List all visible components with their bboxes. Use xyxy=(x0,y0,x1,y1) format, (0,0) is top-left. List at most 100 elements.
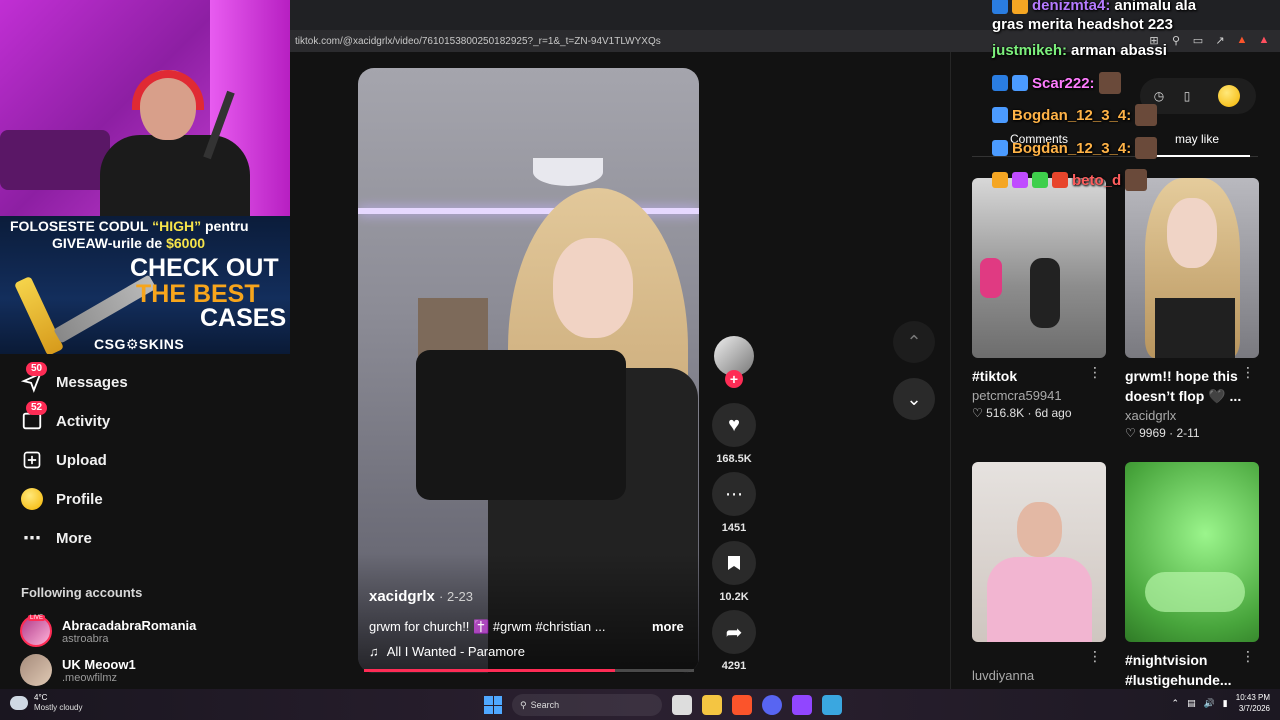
system-tray: ⌃ ▤ 🔊 ▮ 10:43 PM 3/7/2026 xyxy=(1172,692,1270,714)
card-user[interactable]: luvdiyanna xyxy=(972,668,1106,683)
video-author[interactable]: xacidgrlx · 2-23 xyxy=(369,588,473,605)
stream-chat-overlay: denizmta4: animalu ala gras merita heads… xyxy=(990,0,1280,191)
cloud-icon xyxy=(10,696,28,710)
network-icon[interactable]: ▤ xyxy=(1187,698,1196,709)
crown-badge-icon xyxy=(1012,0,1028,14)
recommended-video-card[interactable]: ⋮ luvdiyanna xyxy=(972,462,1106,683)
account-name: AbracadabraRomania xyxy=(62,617,197,633)
obs-icon[interactable] xyxy=(792,695,812,715)
send-icon: 50 xyxy=(20,362,48,394)
search-icon: ⚲ xyxy=(520,699,527,710)
taskbar-apps: ⚲ Search xyxy=(484,694,842,716)
calculator-icon[interactable] xyxy=(822,695,842,715)
sidebar-item-upload[interactable]: Upload xyxy=(20,448,107,472)
save-action: 10.2K xyxy=(712,541,756,603)
previous-video-button[interactable]: ⌃ xyxy=(893,321,935,363)
task-view-icon[interactable] xyxy=(672,695,692,715)
account-name: UK Meoow1 xyxy=(62,656,136,672)
url-text[interactable]: tiktok.com/@xacidgrlx/video/761015380025… xyxy=(295,36,661,47)
progress-fill xyxy=(364,669,615,672)
emote-icon xyxy=(1098,72,1121,94)
robot-badge-icon xyxy=(992,140,1008,156)
following-account[interactable]: LIVE AbracadabraRomania astroabra xyxy=(20,615,196,647)
sidebar-item-activity[interactable]: 52 Activity xyxy=(20,401,110,433)
more-button[interactable]: more xyxy=(652,619,684,634)
sidebar-item-profile[interactable]: Profile xyxy=(20,487,103,511)
comment-action: ⋯ 1451 xyxy=(712,472,756,534)
video-thumbnail[interactable] xyxy=(972,462,1106,642)
sidebar-item-more[interactable]: ⋯ More xyxy=(20,526,92,550)
video-thumbnail[interactable] xyxy=(1125,178,1259,358)
sidebar-item-label: More xyxy=(56,529,92,547)
more-options-icon[interactable]: ⋮ xyxy=(1241,364,1255,381)
battery-icon[interactable]: ▮ xyxy=(1223,698,1228,709)
account-handle: .meowfilmz xyxy=(62,671,118,684)
video-player[interactable] xyxy=(358,68,699,673)
robot-badge-icon xyxy=(992,107,1008,123)
windows-taskbar: 4°C Mostly cloudy ⚲ Search ⌃ ▤ 🔊 ▮ 10:43… xyxy=(0,689,1280,720)
weather-description: Mostly cloudy xyxy=(34,703,83,712)
volume-icon[interactable]: 🔊 xyxy=(1204,698,1215,709)
messages-badge: 50 xyxy=(26,362,48,376)
card-meta: ♡ 516.8K · 6d ago xyxy=(972,406,1072,420)
card-title: #tiktok xyxy=(972,368,1018,384)
heart-icon[interactable]: ♥ xyxy=(712,403,756,447)
following-account[interactable]: UK Meoow1 .meowfilmz xyxy=(20,654,136,686)
comment-icon[interactable]: ⋯ xyxy=(712,472,756,516)
weather-widget[interactable]: 4°C Mostly cloudy xyxy=(10,693,82,713)
more-options-icon[interactable]: ⋮ xyxy=(1241,648,1255,665)
avatar xyxy=(20,654,52,686)
sword-badge-icon xyxy=(992,0,1008,14)
share-count: 4291 xyxy=(721,660,747,672)
sidebar-item-messages[interactable]: 50 Messages xyxy=(20,362,128,394)
windows-start-icon[interactable] xyxy=(484,696,502,714)
flag-badge-icon xyxy=(1052,172,1068,188)
card-user[interactable]: petcmcra59941 xyxy=(972,388,1106,403)
avatar: LIVE xyxy=(20,615,52,647)
avatar-icon xyxy=(20,487,44,511)
file-explorer-icon[interactable] xyxy=(702,695,722,715)
like-count: 168.5K xyxy=(716,453,752,465)
more-options-icon[interactable]: ⋮ xyxy=(1088,364,1102,381)
more-options-icon[interactable]: ⋮ xyxy=(1088,648,1102,665)
ghost-badge-icon xyxy=(1012,172,1028,188)
chevron-up-icon[interactable]: ⌃ xyxy=(1172,698,1180,709)
crown-badge-icon xyxy=(992,172,1008,188)
sponsor-logo: CSG⚙SKINS xyxy=(94,336,185,352)
card-title: #nightvision #lustigehunde... xyxy=(1125,652,1232,688)
recommended-video-card[interactable]: #nightvision #lustigehunde... ⋮ xyxy=(1125,462,1259,690)
promo-headline-accent: THE BEST xyxy=(136,280,260,308)
bookmark-icon[interactable] xyxy=(712,541,756,585)
chat-message: Scar222: xyxy=(992,72,1121,94)
sponsor-banner: FOLOSESTE CODUL “HIGH” pentru GIVEAW-uri… xyxy=(0,216,290,354)
emote-icon xyxy=(1125,169,1148,191)
video-thumbnail[interactable] xyxy=(972,178,1106,358)
promo-headline: CHECK OUT xyxy=(130,254,279,282)
next-video-button[interactable]: ⌄ xyxy=(893,378,935,420)
video-music[interactable]: ♫ All I Wanted - Paramore xyxy=(369,644,525,659)
video-thumbnail[interactable] xyxy=(1125,462,1259,642)
video-progress-bar[interactable] xyxy=(364,669,694,672)
chat-message: justmikeh: arman abassi xyxy=(992,42,1167,59)
weather-temperature: 4°C xyxy=(34,693,48,702)
brave-browser-icon[interactable] xyxy=(732,695,752,715)
follow-button[interactable]: + xyxy=(725,370,743,388)
share-arrow-icon[interactable]: ➦ xyxy=(712,610,756,654)
recommended-video-card[interactable]: #tiktok ⋮ petcmcra59941 ♡ 516.8K · 6d ag… xyxy=(972,178,1106,420)
share-action: ➦ 4291 xyxy=(712,610,756,672)
chat-message: denizmta4: animalu ala xyxy=(992,0,1196,14)
chat-message: Bogdan_12_3_4: xyxy=(992,104,1158,126)
chat-message: gras merita headshot 223 xyxy=(992,16,1173,33)
taskbar-search[interactable]: ⚲ Search xyxy=(512,694,662,716)
card-user[interactable]: xacidgrlx xyxy=(1125,408,1259,423)
discord-icon[interactable] xyxy=(762,695,782,715)
clock[interactable]: 10:43 PM 3/7/2026 xyxy=(1236,692,1270,714)
account-handle: astroabra xyxy=(62,632,109,645)
music-title: All I Wanted - Paramore xyxy=(386,644,525,659)
video-date: · 2-23 xyxy=(439,589,474,604)
recommended-video-card[interactable]: grwm!! hope this doesn’t flop 🖤 ... ⋮ xa… xyxy=(1125,178,1259,440)
card-title: grwm!! hope this doesn’t flop 🖤 ... xyxy=(1125,368,1242,404)
card-meta: ♡ 9969 · 2-11 xyxy=(1125,426,1200,440)
lamp xyxy=(533,158,603,186)
following-accounts-title: Following accounts xyxy=(21,585,143,600)
